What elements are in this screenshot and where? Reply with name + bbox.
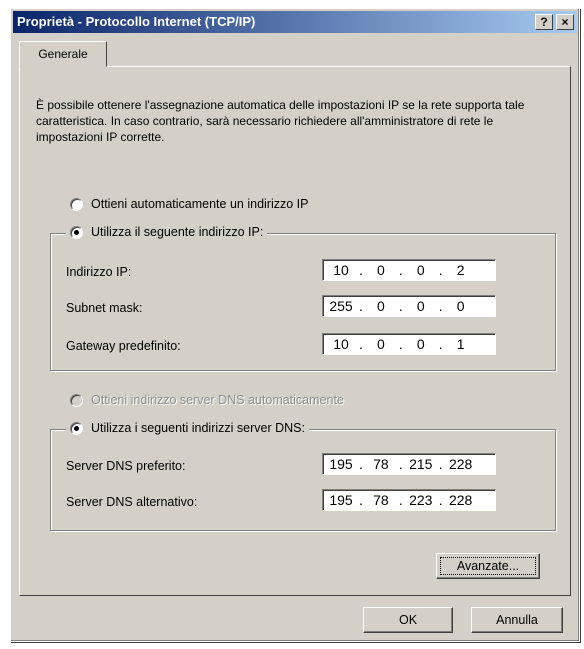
octet: 195 [329,456,353,472]
octet: 0 [376,262,385,278]
dns-manual-radio[interactable] [70,421,83,435]
general-panel: È possibile ottenere l'assegnazione auto… [19,66,571,596]
advanced-button[interactable]: Avanzate... [436,553,540,579]
subnet-mask-label: Subnet mask: [66,301,143,315]
octet: 0 [456,298,465,314]
ok-button[interactable]: OK [363,607,453,633]
octet: 0 [416,298,425,314]
octet: 215 [409,456,433,472]
alternate-dns-field[interactable]: 195. 78. 223. 228 [322,489,496,511]
octet: 255 [329,298,353,314]
ip-manual-radio[interactable] [70,225,83,239]
ip-manual-radio-row[interactable]: Utilizza il seguente indirizzo IP: [66,225,268,239]
cancel-button[interactable]: Annulla [471,607,563,633]
ip-auto-label: Ottieni automaticamente un indirizzo IP [91,197,309,211]
octet: 0 [376,298,385,314]
dns-manual-radio-row[interactable]: Utilizza i seguenti indirizzi server DNS… [66,421,309,435]
octet: 195 [329,492,353,508]
intro-text: È possibile ottenere l'assegnazione auto… [36,98,525,144]
octet: 0 [376,336,385,352]
alternate-dns-label: Server DNS alternativo: [66,495,198,509]
octet: 223 [409,492,433,508]
ip-auto-radio-row[interactable]: Ottieni automaticamente un indirizzo IP [70,197,308,211]
dns-auto-label: Ottieni indirizzo server DNS automaticam… [91,393,344,407]
ip-address-label: Indirizzo IP: [66,265,132,279]
octet: 10 [333,336,349,352]
title-bar[interactable]: Proprietà - Protocollo Internet (TCP/IP)… [13,11,577,33]
window-title: Proprietà - Protocollo Internet (TCP/IP) [17,14,256,29]
octet: 0 [416,336,425,352]
tab-generale[interactable]: Generale [19,41,107,67]
ip-manual-label: Utilizza il seguente indirizzo IP: [91,225,264,239]
dns-auto-radio [70,393,83,407]
dns-auto-radio-row: Ottieni indirizzo server DNS automaticam… [70,393,344,407]
octet: 228 [448,492,473,508]
properties-dialog: Proprietà - Protocollo Internet (TCP/IP)… [10,8,580,642]
preferred-dns-field[interactable]: 195. 78. 215. 228 [322,453,496,475]
help-button[interactable]: ? [535,14,553,30]
octet: 78 [373,456,389,472]
dns-manual-label: Utilizza i seguenti indirizzi server DNS… [91,421,305,435]
gateway-label: Gateway predefinito: [66,339,181,353]
preferred-dns-label: Server DNS preferito: [66,459,186,473]
ip-auto-radio[interactable] [70,197,83,211]
ip-address-field[interactable]: 10. 0. 0. 2 [322,259,496,281]
octet: 228 [448,456,473,472]
octet: 0 [416,262,425,278]
octet: 2 [456,262,465,278]
octet: 10 [333,262,349,278]
octet: 1 [456,336,465,352]
close-button[interactable]: × [556,14,574,30]
dns-group [50,429,556,531]
gateway-field[interactable]: 10. 0. 0. 1 [322,333,496,355]
subnet-mask-field[interactable]: 255. 0. 0. 0 [322,295,496,317]
octet: 78 [373,492,389,508]
